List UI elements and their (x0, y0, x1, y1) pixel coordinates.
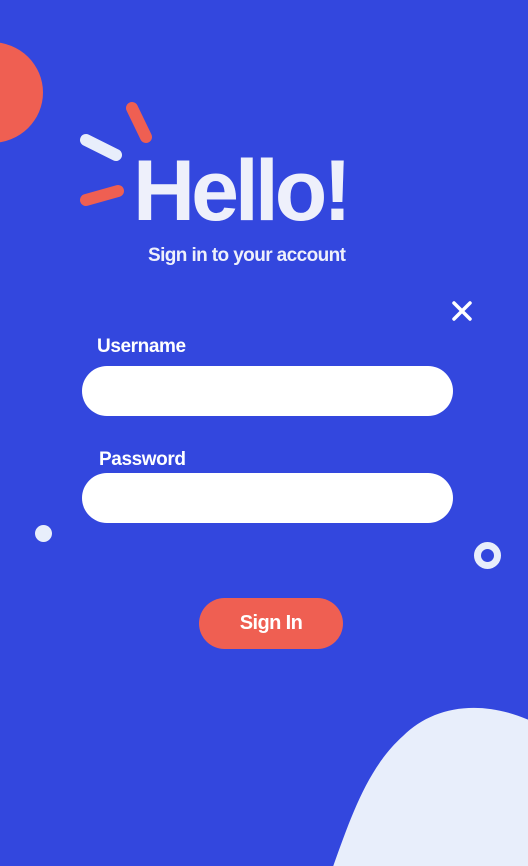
password-input[interactable] (82, 473, 453, 523)
spark-line-bottom (80, 185, 124, 206)
decorative-blob-bottom-right (333, 707, 528, 866)
close-icon (452, 301, 472, 321)
page-subtitle: Sign in to your account (148, 245, 346, 266)
username-label: Username (97, 336, 186, 357)
spark-line-middle (80, 134, 122, 161)
decorative-dot (35, 525, 52, 542)
username-input[interactable] (82, 366, 453, 416)
sign-in-button[interactable]: Sign In (199, 598, 343, 649)
login-screen: Hello! Sign in to your account Username … (0, 0, 528, 866)
page-title: Hello! (133, 143, 352, 239)
close-button[interactable] (449, 298, 475, 324)
decorative-ring (474, 542, 501, 569)
password-label: Password (99, 449, 186, 470)
spark-line-top (126, 102, 152, 143)
decorative-blob-top-left (0, 42, 43, 143)
